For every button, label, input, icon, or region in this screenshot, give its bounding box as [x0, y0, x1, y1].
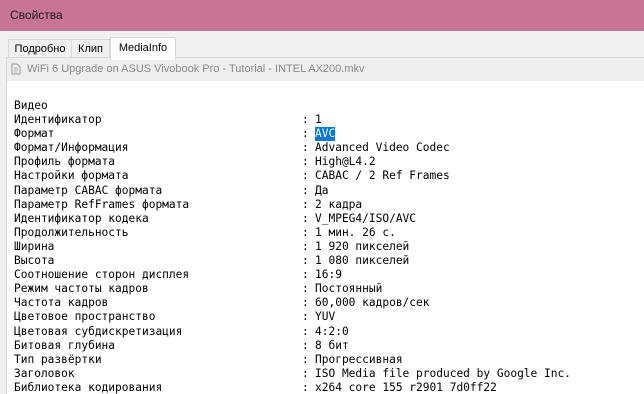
info-key: Формат [14, 127, 55, 141]
info-key: Идентификатор [14, 113, 102, 126]
info-key: Настройки формата [14, 169, 129, 183]
info-key: Цветовая субдискретизация [14, 324, 183, 338]
info-value[interactable]: V_MPEG4/ISO/AVC [315, 212, 416, 226]
info-separator: : [302, 197, 309, 211]
info-value[interactable]: CABAC / 2 Ref Frames [315, 169, 450, 183]
info-separator: : [302, 366, 309, 380]
info-separator: : [302, 225, 309, 239]
info-key: Тип развёртки [14, 352, 102, 366]
info-value[interactable]: 2 кадра [315, 198, 362, 212]
info-separator: : [302, 338, 309, 352]
mediainfo-text[interactable]: Видео Идентификатор:1 Формат: AVC Формат/Ин… [7, 81, 644, 394]
info-value-selected[interactable]: AVC [315, 127, 336, 142]
info-key: Режим частоты кадров [14, 282, 149, 296]
info-separator: : [302, 310, 309, 324]
info-separator: : [302, 169, 309, 183]
info-separator: : [302, 239, 309, 253]
info-value[interactable]: 1 мин. 26 с. [315, 226, 396, 240]
window-title: Свойства [10, 8, 63, 22]
info-value[interactable]: 4:2:0 [315, 325, 349, 339]
info-separator: : [302, 141, 309, 155]
file-icon [11, 63, 21, 75]
info-separator: : [302, 155, 309, 169]
tab-bar: Подробно Клип MediaInfo [0, 31, 644, 60]
info-value[interactable]: ISO Media file produced by Google Inc. [315, 367, 571, 381]
file-name: WiFi 6 Upgrade on ASUS Vivobook Pro - Tu… [27, 63, 365, 75]
info-key: Битовая глубина [14, 338, 116, 352]
info-value[interactable]: Advanced Video Codec [315, 141, 450, 155]
info-separator: : [302, 282, 309, 296]
info-value[interactable]: Постоянный [315, 282, 382, 296]
info-value[interactable]: 8 бит [315, 339, 349, 353]
info-separator: : [302, 211, 309, 225]
info-separator: : [302, 380, 309, 394]
info-value[interactable]: 1 [315, 113, 322, 127]
info-key: Продолжительность [14, 225, 129, 239]
info-key: Идентификатор кодека [14, 211, 149, 225]
info-value[interactable]: 1 920 пикселей [315, 240, 409, 254]
tab-clip[interactable]: Клип [71, 39, 110, 58]
file-selector[interactable]: WiFi 6 Upgrade on ASUS Vivobook Pro - Tu… [7, 58, 644, 82]
info-separator: : [302, 183, 309, 197]
tab-mediainfo[interactable]: MediaInfo [110, 37, 176, 60]
info-key: Высота [14, 254, 55, 267]
info-key: Параметр RefFrames формата [14, 197, 190, 211]
info-separator: : [302, 268, 309, 282]
tab-details[interactable]: Подробно [8, 39, 72, 58]
info-key: Заголовок [14, 366, 75, 380]
info-separator: : [302, 113, 309, 126]
info-key: Параметр CABAC формата [14, 183, 163, 197]
info-value[interactable]: Да [315, 184, 328, 198]
info-key: Библиотека кодирования [14, 380, 163, 394]
title-bar[interactable]: Свойства [0, 0, 644, 31]
info-separator: : [302, 296, 309, 310]
info-value[interactable]: 16:9 [315, 268, 342, 282]
info-separator: : [302, 127, 309, 141]
info-value[interactable]: Прогрессивная [315, 353, 403, 367]
info-key: Частота кадров [14, 296, 109, 310]
properties-window: Свойства Подробно Клип MediaInfo WiFi 6 … [0, 0, 644, 394]
info-value[interactable]: x264 core 155 r2901 7d0ff22 [315, 381, 497, 394]
info-key: Формат/Информация [14, 141, 129, 155]
info-key: Соотношение сторон дисплея [14, 268, 190, 282]
info-value[interactable]: High@L4.2 [315, 155, 376, 169]
info-key: Ширина [14, 239, 55, 253]
info-key: Цветовое пространство [14, 310, 156, 324]
info-separator: : [302, 352, 309, 366]
section-label: Видео [14, 99, 48, 112]
info-separator: : [302, 254, 309, 267]
info-separator: : [302, 324, 309, 338]
info-value[interactable]: YUV [315, 310, 335, 324]
mediainfo-panel: WiFi 6 Upgrade on ASUS Vivobook Pro - Tu… [6, 57, 644, 394]
info-value[interactable]: 1 080 пикселей [315, 254, 409, 268]
info-key: Профиль формата [14, 155, 116, 169]
info-value[interactable]: 60,000 кадров/сек [315, 296, 430, 310]
